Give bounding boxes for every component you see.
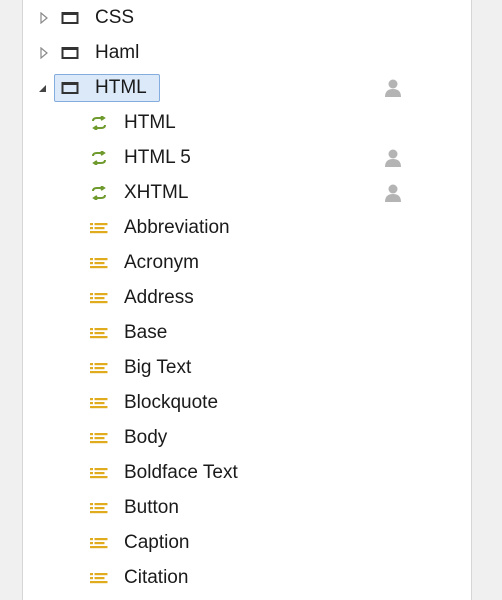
folder-icon <box>61 46 79 60</box>
tree-snippet-citation[interactable]: Citation <box>23 560 471 595</box>
tree-folder-label: HTML <box>95 76 147 98</box>
tree-snippet-label: Acronym <box>124 251 199 273</box>
tree-snippet-label: Body <box>124 426 168 448</box>
tree-snippet-label: Address <box>124 286 194 308</box>
snippet-icon <box>90 361 108 375</box>
snippet-icon <box>90 466 108 480</box>
tree-snippet-button[interactable]: Button <box>23 490 471 525</box>
user-icon <box>384 183 402 203</box>
tree-folder-haml[interactable]: Haml <box>23 35 471 70</box>
tree-template-xhtml[interactable]: XHTML <box>23 175 471 210</box>
snippet-icon <box>90 501 108 515</box>
collapse-arrow-icon[interactable] <box>36 82 48 94</box>
tree-snippet-caption[interactable]: Caption <box>23 525 471 560</box>
tree-snippet-blockquote[interactable]: Blockquote <box>23 385 471 420</box>
snippet-icon <box>90 326 108 340</box>
tree-folder-label: CSS <box>95 6 135 28</box>
snippet-icon <box>90 256 108 270</box>
expand-arrow-icon[interactable] <box>38 11 50 24</box>
snippet-icon <box>90 536 108 550</box>
tree-folder-css[interactable]: CSS <box>23 0 471 35</box>
user-icon <box>384 78 402 98</box>
snippet-icon <box>90 431 108 445</box>
template-icon <box>90 114 108 131</box>
tree-snippet-label: Caption <box>124 531 190 553</box>
folder-icon <box>61 11 79 25</box>
tree-snippet-big-text[interactable]: Big Text <box>23 350 471 385</box>
snippet-icon <box>90 291 108 305</box>
snippet-icon <box>90 221 108 235</box>
tree-template-html[interactable]: HTML <box>23 105 471 140</box>
tree-snippet-label: Button <box>124 496 179 518</box>
template-icon <box>90 184 108 201</box>
folder-icon <box>61 81 79 95</box>
tree-snippet-base[interactable]: Base <box>23 315 471 350</box>
tree-snippet-label: Base <box>124 321 168 343</box>
user-icon <box>384 148 402 168</box>
tree-folder-label: Haml <box>95 41 140 63</box>
tree-snippet-label: Boldface Text <box>124 461 238 483</box>
tree-snippet-boldface-text[interactable]: Boldface Text <box>23 455 471 490</box>
tree-folder-html[interactable]: HTML <box>23 70 471 105</box>
tree-snippet-label: Big Text <box>124 356 192 378</box>
tree-snippet-label: Blockquote <box>124 391 219 413</box>
template-icon <box>90 149 108 166</box>
template-tree-panel: CSS Haml HTML HTML HTML 5 XHTML Abbrevia… <box>22 0 472 600</box>
tree-snippet-label: Citation <box>124 566 189 588</box>
tree-snippet-label: Abbreviation <box>124 216 230 238</box>
tree-snippet-body[interactable]: Body <box>23 420 471 455</box>
snippet-icon <box>90 396 108 410</box>
tree-snippet-acronym[interactable]: Acronym <box>23 245 471 280</box>
snippet-icon <box>90 571 108 585</box>
expand-arrow-icon[interactable] <box>38 46 50 59</box>
tree-template-label: XHTML <box>124 181 189 203</box>
tree-template-label: HTML 5 <box>124 146 191 168</box>
tree-template-label: HTML <box>124 111 176 133</box>
tree-snippet-abbreviation[interactable]: Abbreviation <box>23 210 471 245</box>
tree-template-html5[interactable]: HTML 5 <box>23 140 471 175</box>
tree-snippet-address[interactable]: Address <box>23 280 471 315</box>
